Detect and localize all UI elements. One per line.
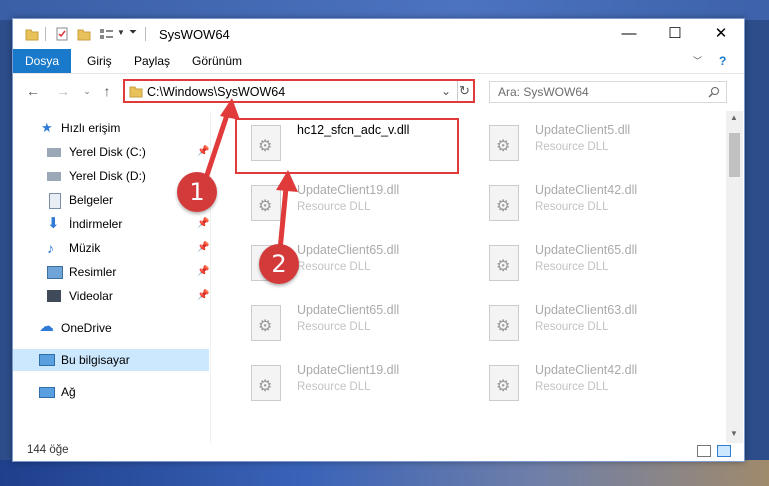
network-icon (39, 387, 55, 398)
dll-file-icon: ⚙ (489, 365, 519, 401)
tab-share[interactable]: Paylaş (134, 49, 170, 73)
scroll-down-icon[interactable]: ▼ (730, 429, 738, 438)
ribbon-expand-icon[interactable]: ﹀ (693, 49, 702, 73)
documents-icon (49, 193, 61, 209)
dll-file-icon: ⚙ (251, 185, 281, 221)
up-arrow-icon[interactable]: ↑ (97, 81, 117, 101)
search-placeholder: Ara: SysWOW64 (498, 85, 589, 99)
sidebar-item-onedrive[interactable]: ☁ OneDrive (13, 317, 209, 339)
music-icon: ♪ (47, 240, 54, 256)
gear-icon: ⚙ (496, 138, 511, 155)
star-icon: ★ (41, 120, 53, 135)
search-icon[interactable] (708, 86, 720, 98)
item-count: 144 öğe (27, 444, 69, 456)
details-view-icon[interactable] (697, 445, 711, 457)
videos-icon (47, 290, 61, 302)
search-box[interactable]: Ara: SysWOW64 (489, 81, 727, 103)
tab-file[interactable]: Dosya (13, 49, 71, 73)
tab-home[interactable]: Giriş (87, 49, 112, 73)
large-icons-view-icon[interactable] (717, 445, 731, 457)
computer-icon (39, 354, 55, 366)
sidebar-item-pictures[interactable]: Resimler 📌 (13, 261, 209, 283)
desktop-background-bottom (0, 460, 769, 486)
toolbar-separator (45, 27, 46, 41)
folder-icon (129, 86, 143, 98)
address-separator (457, 81, 458, 101)
forward-arrow-icon[interactable]: → (53, 81, 73, 101)
cloud-icon: ☁ (39, 318, 54, 335)
desktop-background-top (0, 0, 769, 20)
step-badge-1: 1 (177, 172, 217, 212)
refresh-icon[interactable]: ↻ (459, 83, 470, 99)
file-item[interactable]: ⚙ UpdateClient65.dll Resource DLL (237, 295, 467, 347)
gear-icon: ⚙ (258, 318, 273, 335)
pin-icon[interactable]: 📌 (197, 141, 209, 163)
dropdown-arrow-icon[interactable]: ▼ (117, 28, 125, 42)
step-badge-2: 2 (259, 244, 299, 284)
properties-icon[interactable] (55, 27, 69, 41)
pin-icon[interactable]: 📌 (197, 285, 209, 307)
address-dropdown-icon[interactable]: ⌄ (441, 84, 451, 98)
pane-divider (210, 113, 211, 443)
gear-icon: ⚙ (496, 198, 511, 215)
scroll-up-icon[interactable]: ▲ (730, 113, 738, 122)
help-icon[interactable]: ? (719, 49, 726, 73)
new-folder-icon[interactable] (77, 27, 91, 41)
sidebar-item-videos[interactable]: Videolar 📌 (13, 285, 209, 307)
vertical-scrollbar[interactable]: ▲ ▼ (726, 111, 743, 443)
dll-file-icon: ⚙ (489, 125, 519, 161)
status-bar: 144 öğe (13, 441, 744, 461)
dll-file-icon: ⚙ (251, 305, 281, 341)
gear-icon: ⚙ (258, 378, 273, 395)
ribbon-tabs: Dosya Giriş Paylaş Görünüm ﹀ ? (13, 49, 744, 74)
tab-view[interactable]: Görünüm (192, 49, 242, 73)
pin-icon[interactable]: 📌 (197, 261, 209, 283)
download-icon: ⬇ (47, 215, 60, 232)
file-item[interactable]: ⚙ UpdateClient5.dll Resource DLL (475, 115, 705, 167)
gear-icon: ⚙ (496, 318, 511, 335)
navigation-pane: ★ Hızlı erişim Yerel Disk (C:) 📌 Yerel D… (13, 113, 209, 443)
toolbar-separator (145, 27, 146, 41)
drive-icon (47, 148, 61, 157)
file-item[interactable]: ⚙ UpdateClient19.dll Resource DLL (237, 355, 467, 407)
explorer-window: ▼ ⏷ SysWOW64 — ☐ ✕ Dosya Giriş Paylaş Gö… (12, 18, 745, 462)
dll-file-icon: ⚙ (489, 245, 519, 281)
dll-file-icon: ⚙ (489, 305, 519, 341)
dll-file-icon: ⚙ (251, 365, 281, 401)
customize-toolbar-icon[interactable]: ⏷ (129, 27, 137, 41)
address-bar[interactable]: C:\Windows\SysWOW64 ⌄ ↻ (123, 79, 475, 103)
maximize-button[interactable]: ☐ (652, 19, 698, 49)
file-item[interactable]: ⚙ UpdateClient42.dll Resource DLL (475, 355, 705, 407)
recent-locations-icon[interactable]: ⌄ (77, 81, 97, 101)
sidebar-item-music[interactable]: ♪ Müzik 📌 (13, 237, 209, 259)
sidebar-item-this-pc[interactable]: Bu bilgisayar (13, 349, 209, 371)
back-arrow-icon[interactable]: ← (23, 81, 43, 101)
file-item[interactable]: ⚙ UpdateClient65.dll Resource DLL (475, 235, 705, 287)
gear-icon: ⚙ (496, 258, 511, 275)
pictures-icon (47, 266, 63, 279)
pin-icon[interactable]: 📌 (197, 237, 209, 259)
pin-icon[interactable]: 📌 (197, 213, 209, 235)
file-item[interactable]: ⚙ UpdateClient19.dll Resource DLL (237, 175, 467, 227)
minimize-button[interactable]: — (606, 19, 652, 49)
dll-file-icon: ⚙ (489, 185, 519, 221)
address-path[interactable]: C:\Windows\SysWOW64 (147, 85, 285, 99)
close-button[interactable]: ✕ (698, 19, 744, 49)
gear-icon: ⚙ (258, 198, 273, 215)
gear-icon: ⚙ (496, 378, 511, 395)
title-bar: ▼ ⏷ SysWOW64 — ☐ ✕ (13, 19, 744, 49)
folder-icon (25, 29, 39, 41)
sidebar-item-network[interactable]: Ağ (13, 381, 209, 403)
file-item[interactable]: ⚙ UpdateClient63.dll Resource DLL (475, 295, 705, 347)
file-highlight-box (235, 118, 459, 174)
sidebar-item-local-disk-c[interactable]: Yerel Disk (C:) 📌 (13, 141, 209, 163)
file-item[interactable]: ⚙ UpdateClient42.dll Resource DLL (475, 175, 705, 227)
view-options-icon[interactable] (99, 27, 115, 41)
window-title: SysWOW64 (159, 27, 230, 42)
sidebar-item-downloads[interactable]: ⬇ İndirmeler 📌 (13, 213, 209, 235)
sidebar-item-quick-access[interactable]: ★ Hızlı erişim (13, 117, 209, 139)
navigation-bar: ← → ⌄ ↑ C:\Windows\SysWOW64 ⌄ ↻ Ara: Sys… (13, 75, 744, 107)
drive-icon (47, 172, 61, 181)
scrollbar-thumb[interactable] (729, 133, 740, 177)
